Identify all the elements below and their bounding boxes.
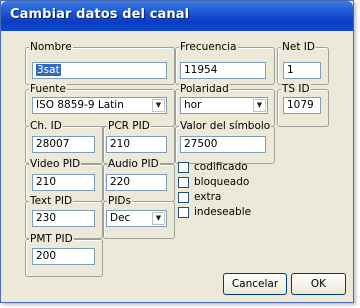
net-id-input[interactable]: 1 bbox=[283, 62, 321, 79]
ok-button[interactable]: OK bbox=[291, 273, 346, 295]
audio-pid-input[interactable]: 220 bbox=[106, 174, 167, 191]
checkbox-label: indeseable bbox=[194, 206, 252, 218]
fuente-select[interactable]: ISO 8859-9 Latin ▼ bbox=[32, 97, 167, 114]
frecuencia-label: Frecuencia bbox=[179, 41, 238, 53]
checkbox-box[interactable] bbox=[178, 161, 189, 173]
pcr-pid-input[interactable]: 210 bbox=[106, 136, 167, 153]
net-id-label: Net ID bbox=[281, 41, 316, 53]
frecuencia-input[interactable]: 11954 bbox=[180, 62, 266, 79]
chevron-down-icon[interactable]: ▼ bbox=[253, 99, 266, 112]
pcr-pid-label: PCR PID bbox=[107, 120, 151, 132]
audio-pid-label: Audio PID bbox=[107, 158, 160, 170]
dialog-window: Cambiar datos del canal Nombre 3sat Frec… bbox=[0, 0, 354, 303]
chevron-down-icon[interactable]: ▼ bbox=[152, 212, 165, 225]
ch-id-input[interactable]: 28007 bbox=[32, 136, 95, 153]
video-pid-label: Video PID bbox=[29, 158, 82, 170]
nombre-input[interactable]: 3sat bbox=[32, 62, 167, 79]
checkbox-extra[interactable]: extra bbox=[178, 191, 221, 203]
checkbox-bloqueado[interactable]: bloqueado bbox=[178, 176, 249, 188]
ts-id-input[interactable]: 1079 bbox=[283, 97, 321, 114]
nombre-label: Nombre bbox=[29, 41, 73, 53]
text-pid-label: Text PID bbox=[29, 195, 74, 207]
checkbox-codificado[interactable]: codificado bbox=[178, 161, 248, 173]
checkbox-label: bloqueado bbox=[194, 176, 250, 188]
checkbox-label: extra bbox=[194, 191, 222, 203]
checkbox-box[interactable] bbox=[178, 176, 189, 188]
valor-simbolo-input[interactable]: 27500 bbox=[180, 136, 266, 153]
cancel-button[interactable]: Cancelar bbox=[223, 273, 287, 295]
valor-simbolo-label: Valor del símbolo bbox=[179, 120, 272, 132]
checkbox-box[interactable] bbox=[178, 206, 189, 218]
text-pid-input[interactable]: 230 bbox=[32, 210, 95, 227]
ts-id-label: TS ID bbox=[281, 83, 311, 95]
pmt-pid-input[interactable]: 200 bbox=[32, 248, 95, 265]
polaridad-label: Polaridad bbox=[179, 83, 230, 95]
ch-id-label: Ch. ID bbox=[29, 120, 63, 132]
polaridad-select[interactable]: hor ▼ bbox=[180, 97, 268, 114]
checkbox-box[interactable] bbox=[178, 191, 189, 203]
chevron-down-icon[interactable]: ▼ bbox=[152, 99, 165, 112]
window-title: Cambiar datos del canal bbox=[10, 7, 190, 22]
video-pid-input[interactable]: 210 bbox=[32, 174, 95, 191]
pids-label: PIDs bbox=[107, 195, 132, 207]
pmt-pid-label: PMT PID bbox=[29, 233, 74, 245]
checkbox-indeseable[interactable]: indeseable bbox=[178, 206, 251, 218]
checkbox-label: codificado bbox=[194, 161, 248, 173]
pids-select[interactable]: Dec ▼ bbox=[106, 210, 167, 227]
fuente-label: Fuente bbox=[29, 83, 67, 95]
title-bar[interactable]: Cambiar datos del canal bbox=[1, 1, 353, 31]
